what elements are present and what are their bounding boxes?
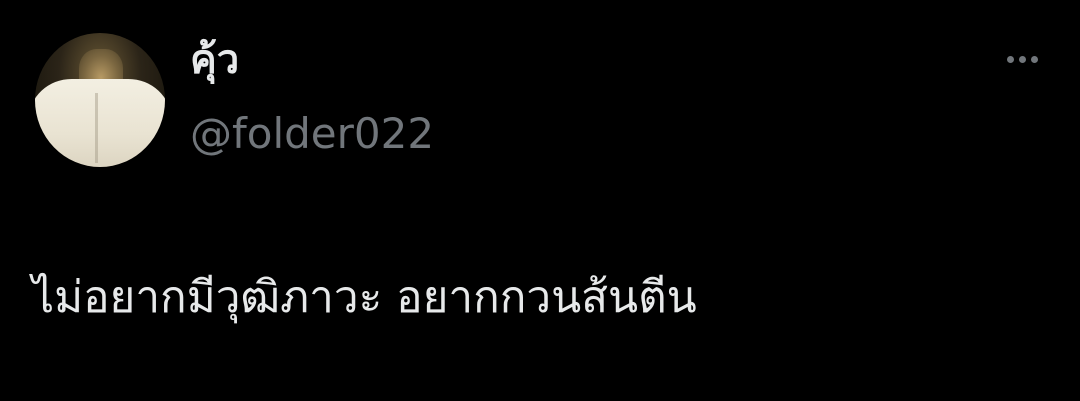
author-handle[interactable]: @folder022 [190,104,434,164]
avatar-collar-shape [35,79,165,167]
tweet-card: คุ้ว @folder022 ไม่อยากมีวุฒิภาวะ อยากกว… [0,0,1080,401]
avatar[interactable] [35,33,165,167]
avatar-fold-shape [95,93,98,163]
author-display-name[interactable]: คุ้ว [190,28,239,92]
more-dot-icon [1006,55,1014,63]
tweet-text: ไม่อยากมีวุฒิภาวะ อยากกวนส้นตีน [32,272,697,323]
more-dot-icon [1018,55,1026,63]
more-dot-icon [1030,55,1038,63]
more-options-icon[interactable] [992,44,1052,74]
